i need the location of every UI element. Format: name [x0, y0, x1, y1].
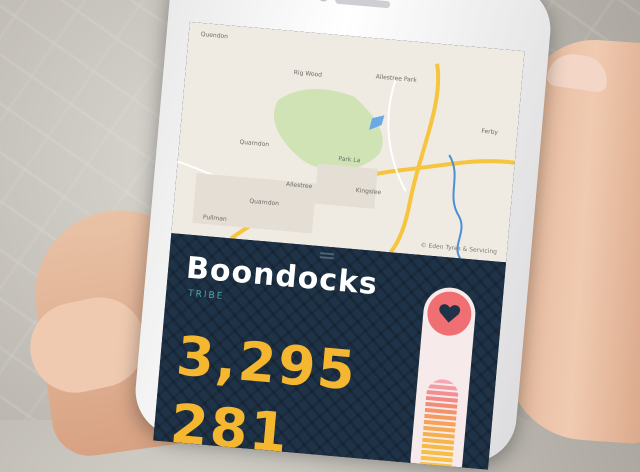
map-graphics [177, 63, 516, 259]
map-view[interactable]: Quendon Rig Wood Allestree Park Park La … [171, 21, 525, 263]
speaker-grille [334, 0, 391, 9]
like-button[interactable] [425, 289, 474, 338]
primary-count: 3,295 [173, 324, 360, 403]
map-label: Ferby [481, 127, 499, 137]
drag-handle[interactable] [320, 252, 335, 256]
camera-icon [318, 0, 329, 2]
card-subtitle: TRIBE [187, 288, 225, 302]
phone-device: Quendon Rig Wood Allestree Park Park La … [131, 0, 555, 470]
app-screen: Quendon Rig Wood Allestree Park Park La … [153, 21, 525, 470]
heart-icon [439, 304, 461, 323]
secondary-count: 281 [168, 391, 292, 466]
activity-bars [419, 378, 460, 470]
tribe-card: Boondocks TRIBE 3,295 281 [153, 233, 507, 470]
side-widget [408, 285, 478, 470]
